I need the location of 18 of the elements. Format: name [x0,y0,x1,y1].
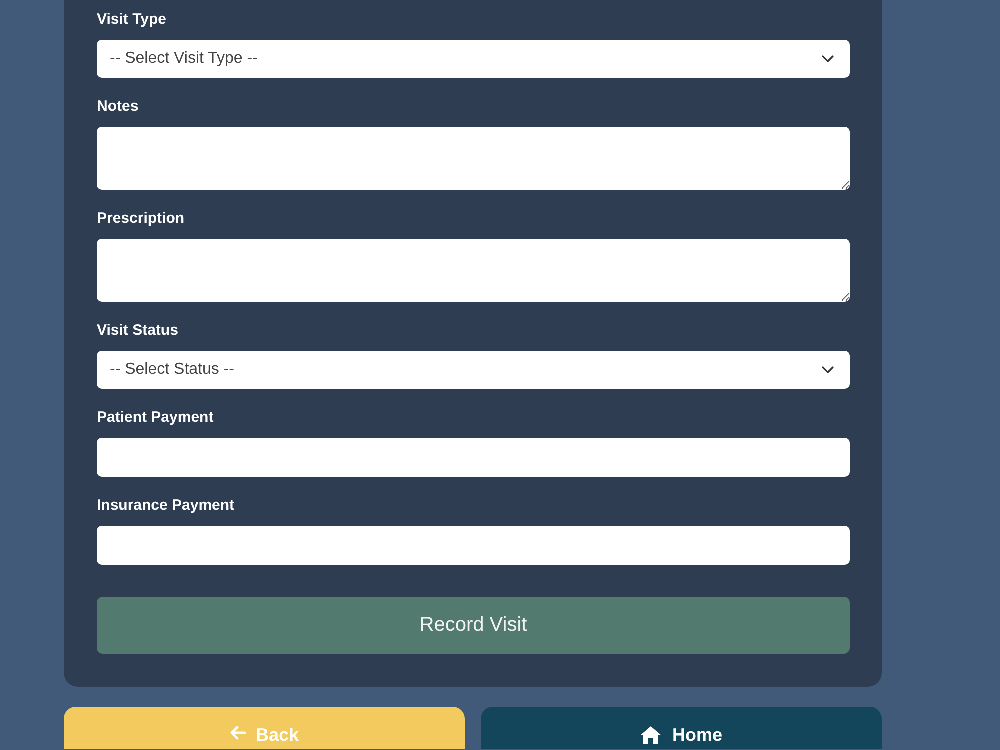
field-label: Insurance Payment [97,496,235,516]
house-icon [640,726,662,745]
field-label: Prescription [97,209,185,229]
input-field[interactable] [97,438,850,477]
text-area-field[interactable] [97,239,850,302]
field-label: Patient Payment [97,408,214,428]
field-label: Visit Type [97,10,166,30]
dropdown-field[interactable]: -- Select Status -- [97,351,850,389]
input-field[interactable] [97,526,850,565]
record-visit-button[interactable]: Record Visit [97,597,850,654]
field-label: Visit Status [97,321,178,341]
chevron-down-icon [822,55,834,63]
text-area-field[interactable] [97,127,850,190]
home-button[interactable]: Home [481,707,882,749]
dropdown-field[interactable]: -- Select Visit Type -- [97,40,850,78]
field-label: Notes [97,97,139,117]
chevron-down-icon [822,366,834,374]
arrow-left-icon [230,726,246,740]
